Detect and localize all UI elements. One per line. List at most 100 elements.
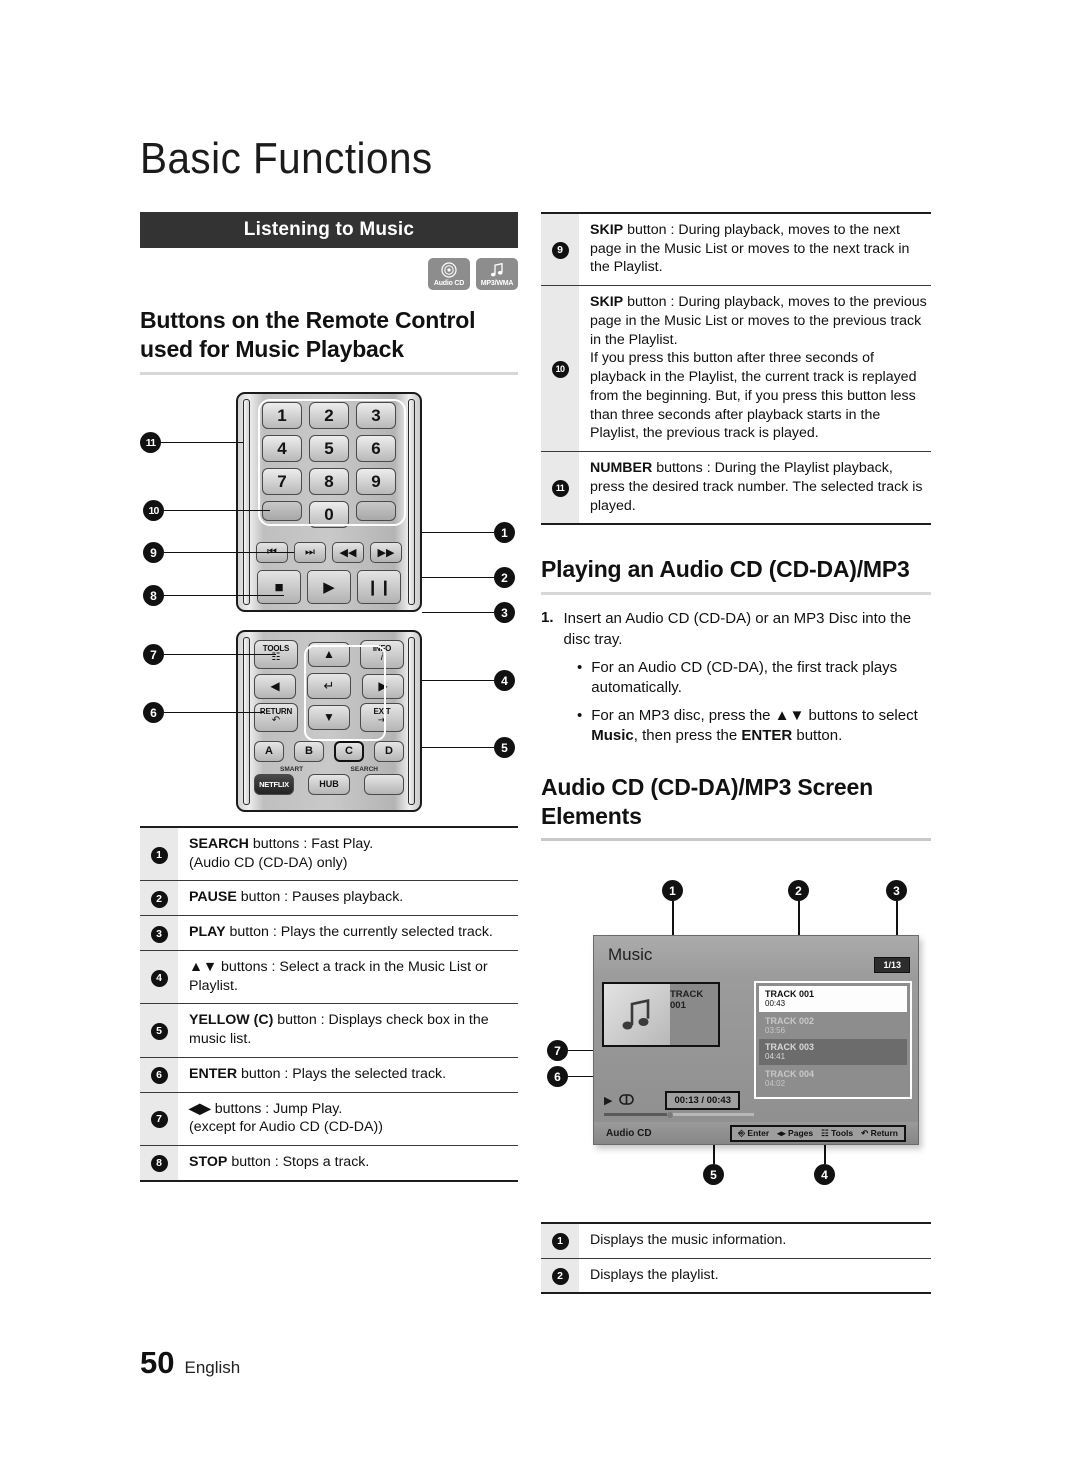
bullet-dot-icon: • [577, 659, 583, 677]
screen-callout-4: 4 [814, 1164, 835, 1185]
return-icon: ↶ [271, 715, 281, 727]
page-number: 50 [140, 1345, 175, 1380]
key-3[interactable]: 3 [356, 402, 396, 429]
play-button[interactable]: ▶ [307, 570, 351, 604]
exit-icon: ⇥ [377, 715, 387, 727]
playlist-track-duration: 03:56 [765, 1025, 786, 1035]
tv-header: Music 1/13 [594, 936, 918, 978]
music-note-icon [490, 262, 504, 278]
hint-pages[interactable]: ◂▸ Pages [777, 1128, 813, 1139]
list-item[interactable]: TRACK 002 03:56 [759, 1013, 907, 1039]
screen-callout-6-num: 6 [547, 1066, 568, 1087]
screen-elements-diagram: 1 2 3 7 6 5 4 Music 1/13 TRACK 001 TRACK… [541, 880, 931, 1210]
info-icon: 𝑖 [380, 652, 384, 664]
legend-number: 8 [150, 1155, 168, 1173]
screen-legend-table: 1 Displays the music information. 2 Display… [541, 1222, 931, 1294]
pause-button[interactable]: ❙❙ [357, 570, 401, 604]
callout-2-line [422, 576, 494, 579]
page-footer: 50 English [140, 1345, 240, 1381]
color-button-d[interactable]: D [374, 741, 404, 762]
hint-return[interactable]: ↶ Return [861, 1128, 898, 1139]
rewind-button[interactable]: ◀◀ [332, 542, 364, 563]
callout-6: 6 [143, 702, 264, 723]
enter-button[interactable]: ↵ [307, 673, 351, 699]
bullet-dot-icon-2: • [577, 706, 583, 724]
exit-button[interactable]: EXIT ⇥ [360, 703, 404, 732]
mp3-wma-badge: MP3/WMA [476, 258, 518, 290]
key-7[interactable]: 7 [262, 468, 302, 495]
legend-text-cell: PAUSE button : Pauses playback. [189, 889, 404, 906]
callout-8-num: 8 [143, 585, 164, 606]
playlist-panel: TRACK 001 00:43 TRACK 002 03:56 TRACK 003 04:… [754, 981, 912, 1099]
key-5[interactable]: 5 [309, 435, 349, 462]
callout-10-num: 10 [143, 500, 164, 521]
legend-number: 3 [150, 925, 168, 943]
screen-callout-1-num: 1 [662, 880, 683, 901]
table-row: 2 PAUSE button : Pauses playback. [140, 880, 518, 916]
disc-badges: Audio CD MP3/WMA [140, 258, 518, 290]
legend-text-cell: NUMBER buttons : During the Playlist pla… [590, 460, 923, 514]
color-button-a[interactable]: A [254, 741, 284, 762]
color-button-c[interactable]: C [334, 741, 364, 762]
up-button[interactable]: ▲ [308, 642, 350, 667]
screen-callout-5-num: 5 [703, 1164, 724, 1185]
legend-number: 9 [551, 242, 569, 260]
tv-footer: Audio CD ⎆ Enter ◂▸ Pages ☷ Tools ↶ Retu… [594, 1122, 918, 1144]
callout-6-num: 6 [143, 702, 164, 723]
skip-next-button[interactable]: ⏭ [294, 542, 326, 563]
down-button[interactable]: ▼ [308, 705, 350, 730]
section-bar: Listening to Music [140, 212, 518, 248]
key-4[interactable]: 4 [262, 435, 302, 462]
step-1-number: 1. [541, 609, 554, 627]
right-button[interactable]: ▶ [362, 673, 404, 699]
bullet-2-pre: For an MP3 disc, press the ▲▼ buttons to… [591, 706, 918, 724]
color-button-b[interactable]: B [294, 741, 324, 762]
fast-forward-button[interactable]: ▶▶ [370, 542, 402, 563]
step-1-text: Insert an Audio CD (CD-DA) or an MP3 Dis… [563, 610, 912, 648]
bullet-2-music: Music [591, 727, 634, 745]
smart-hub-button[interactable]: HUB [308, 774, 350, 795]
legend-number-cell: 3 [140, 915, 178, 951]
key-8[interactable]: 8 [309, 468, 349, 495]
search-button[interactable] [364, 774, 404, 795]
smart-label: SMART [280, 766, 304, 773]
legend-number: 1 [150, 846, 168, 864]
key-9[interactable]: 9 [356, 468, 396, 495]
progress-bar[interactable] [604, 1111, 754, 1118]
key-2[interactable]: 2 [309, 402, 349, 429]
bullet-2: • For an MP3 disc, press the ▲▼ buttons … [577, 706, 931, 747]
hint-enter[interactable]: ⎆ Enter [738, 1128, 769, 1139]
legend-number: 7 [150, 1111, 168, 1129]
key-6[interactable]: 6 [356, 435, 396, 462]
playlist-track-title: TRACK 002 [765, 1015, 815, 1026]
callout-3: 3 [422, 602, 515, 623]
netflix-button[interactable]: NETFLIX [254, 774, 294, 795]
callout-7-line [164, 653, 276, 656]
callout-1-line [422, 531, 494, 534]
key-1[interactable]: 1 [262, 402, 302, 429]
step-1: 1. Insert an Audio CD (CD-DA) or an MP3 … [541, 609, 931, 650]
screen-callout-4-num: 4 [814, 1164, 835, 1185]
list-item[interactable]: TRACK 003 04:41 [759, 1039, 907, 1065]
hint-tools[interactable]: ☷ Tools [821, 1128, 853, 1139]
screen-elements-rule [541, 837, 931, 841]
legend-text-cell: ENTER button : Plays the selected track. [189, 1065, 447, 1082]
callout-9: 9 [143, 542, 294, 563]
legend-text-cell: SEARCH buttons : Fast Play. (Audio CD (CD… [189, 836, 374, 871]
callout-10-line [164, 509, 270, 512]
list-item[interactable]: TRACK 004 04:02 [759, 1066, 907, 1092]
page-title: Basic Functions [140, 134, 433, 183]
callout-3-line [422, 611, 494, 614]
legend-number-cell: 5 [140, 1003, 178, 1058]
key-audio-blank[interactable] [356, 501, 396, 521]
hint-bar: ⎆ Enter ◂▸ Pages ☷ Tools ↶ Return [730, 1124, 906, 1142]
callout-10: 10 [143, 500, 270, 521]
music-note-icon [617, 995, 657, 1035]
info-button[interactable]: INFO 𝑖 [360, 640, 404, 669]
left-button[interactable]: ◀ [254, 673, 296, 699]
bullet-2-mid: , then press the [633, 727, 742, 745]
key-0[interactable]: 0 [309, 501, 349, 528]
legend-text-cell: YELLOW (C) button : Displays check box i… [189, 1012, 489, 1048]
callout-4-line [422, 679, 494, 682]
list-item[interactable]: TRACK 001 00:43 [759, 986, 907, 1012]
